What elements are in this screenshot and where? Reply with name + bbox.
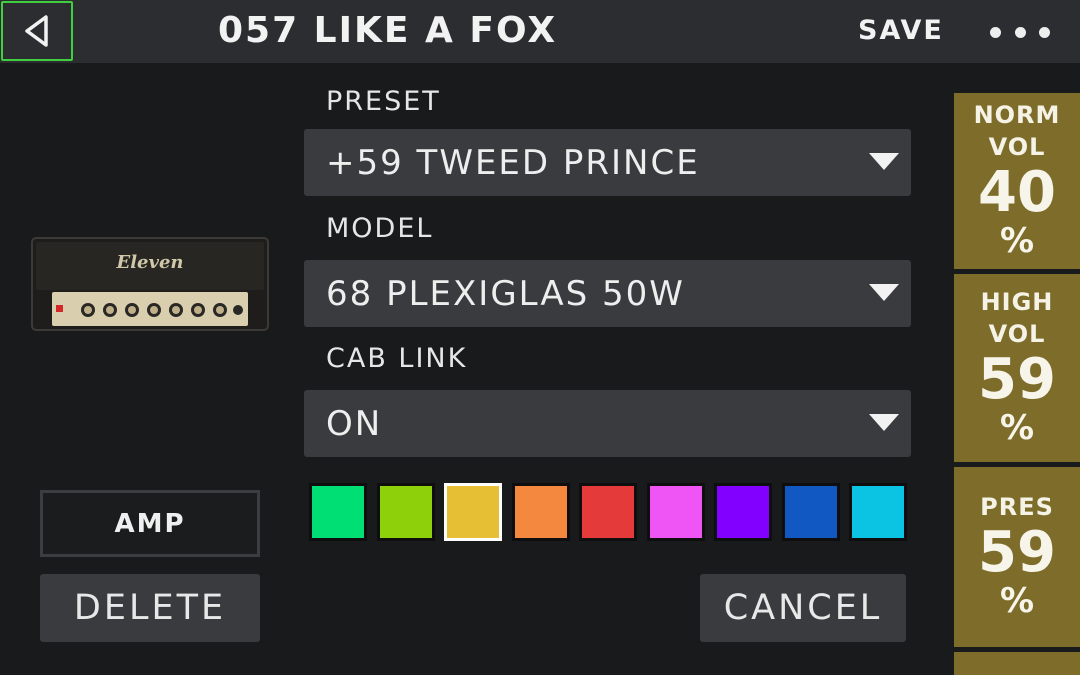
model-label: MODEL [326, 213, 434, 244]
top-bar: 057 LIKE A FOX SAVE [0, 0, 1080, 63]
cancel-button[interactable]: CANCEL [700, 574, 906, 642]
next-knob-partial[interactable] [954, 652, 1080, 675]
chevron-down-icon [869, 284, 899, 301]
preset-label: PRESET [326, 86, 441, 117]
knob-value: 59 [978, 347, 1056, 412]
pres-knob[interactable]: PRES 59 % [954, 467, 1080, 647]
save-button[interactable]: SAVE [858, 15, 944, 46]
chevron-down-icon [869, 414, 899, 431]
knob-unit: % [999, 408, 1035, 448]
cab-link-value: ON [326, 404, 383, 444]
preset-dropdown[interactable]: +59 TWEED PRINCE [304, 129, 911, 196]
color-swatch-pink[interactable] [646, 483, 705, 541]
more-options-icon[interactable] [990, 20, 1050, 44]
back-arrow-icon [25, 15, 48, 47]
preset-title: 057 LIKE A FOX [218, 10, 558, 51]
amp-brand-logo: Eleven [115, 252, 183, 273]
knob-value: 40 [978, 160, 1056, 225]
cab-link-dropdown[interactable]: ON [304, 390, 911, 457]
knob-label: VOL [988, 320, 1046, 348]
color-swatch-orange[interactable] [511, 483, 570, 541]
cab-link-label: CAB LINK [326, 343, 468, 374]
amp-head-image: Eleven [31, 237, 269, 331]
color-swatch-purple[interactable] [714, 483, 772, 541]
color-swatch-blue[interactable] [781, 483, 840, 541]
knob-label: NORM [973, 101, 1061, 129]
knob-label: PRES [980, 493, 1054, 521]
color-swatch-green[interactable] [309, 483, 367, 541]
model-value: 68 PLEXIGLAS 50W [326, 274, 685, 314]
back-button[interactable] [1, 1, 73, 61]
knob-label: HIGH [980, 288, 1054, 316]
model-dropdown[interactable]: 68 PLEXIGLAS 50W [304, 260, 911, 327]
knob-unit: % [999, 581, 1035, 621]
knob-label: VOL [988, 133, 1046, 161]
knob-value: 59 [978, 520, 1056, 585]
color-swatch-cyan[interactable] [849, 483, 907, 541]
color-swatch-lime[interactable] [376, 483, 435, 541]
chevron-down-icon [869, 153, 899, 170]
knob-unit: % [999, 221, 1035, 261]
high-vol-knob[interactable]: HIGH VOL 59 % [954, 274, 1080, 462]
preset-value: +59 TWEED PRINCE [326, 143, 700, 183]
color-swatch-red[interactable] [579, 483, 637, 541]
delete-button[interactable]: DELETE [40, 574, 260, 642]
color-swatch-yellow[interactable] [444, 483, 502, 541]
norm-vol-knob[interactable]: NORM VOL 40 % [954, 93, 1080, 269]
amp-button[interactable]: AMP [40, 490, 260, 557]
